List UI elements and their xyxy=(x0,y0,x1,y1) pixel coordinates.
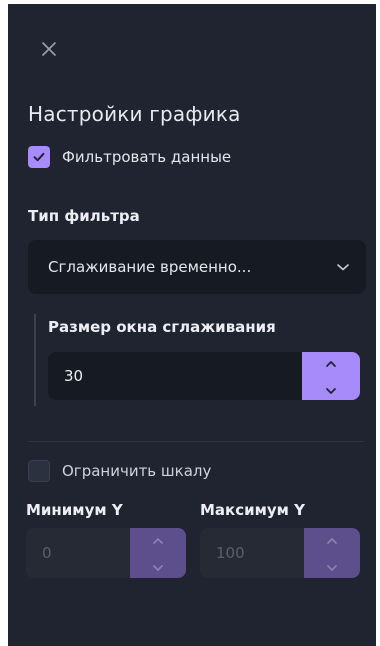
filter-type-select[interactable]: Сглаживание временно... xyxy=(28,240,366,294)
chevron-down-icon[interactable] xyxy=(326,557,338,576)
min-y-stepper[interactable]: 0 xyxy=(26,528,186,578)
window-size-spin-buttons[interactable] xyxy=(302,352,360,400)
limit-scale-checkbox[interactable]: Ограничить шкалу xyxy=(28,460,211,482)
max-y-stepper[interactable]: 100 xyxy=(200,528,360,578)
chevron-down-icon xyxy=(320,262,366,272)
min-y-input[interactable]: 0 xyxy=(26,528,130,578)
min-y-label: Минимум Y xyxy=(26,501,123,519)
window-size-input[interactable]: 30 xyxy=(48,352,302,400)
chevron-up-icon[interactable] xyxy=(152,530,164,549)
chevron-up-icon[interactable] xyxy=(326,530,338,549)
limit-scale-label: Ограничить шкалу xyxy=(62,462,212,480)
filter-data-label: Фильтровать данные xyxy=(62,148,232,166)
window-size-stepper[interactable]: 30 xyxy=(48,352,360,400)
check-icon[interactable] xyxy=(28,146,50,168)
filter-type-value: Сглаживание временно... xyxy=(48,258,252,276)
chevron-down-icon[interactable] xyxy=(325,380,337,399)
chart-settings-panel: Настройки графика Фильтровать данные Тип… xyxy=(8,4,376,646)
panel-title: Настройки графика xyxy=(28,102,241,126)
filter-data-checkbox[interactable]: Фильтровать данные xyxy=(28,146,231,168)
close-icon[interactable] xyxy=(36,36,62,62)
min-y-spin-buttons[interactable] xyxy=(130,528,186,578)
section-divider xyxy=(28,441,364,442)
window-size-label: Размер окна сглаживания xyxy=(48,318,276,336)
max-y-spin-buttons[interactable] xyxy=(304,528,360,578)
chevron-up-icon[interactable] xyxy=(325,353,337,372)
limit-scale-box[interactable] xyxy=(28,460,50,482)
max-y-input[interactable]: 100 xyxy=(200,528,304,578)
chevron-down-icon[interactable] xyxy=(152,557,164,576)
nested-settings-divider xyxy=(34,314,36,406)
max-y-label: Максимум Y xyxy=(200,501,306,519)
filter-type-label: Тип фильтра xyxy=(28,207,140,225)
